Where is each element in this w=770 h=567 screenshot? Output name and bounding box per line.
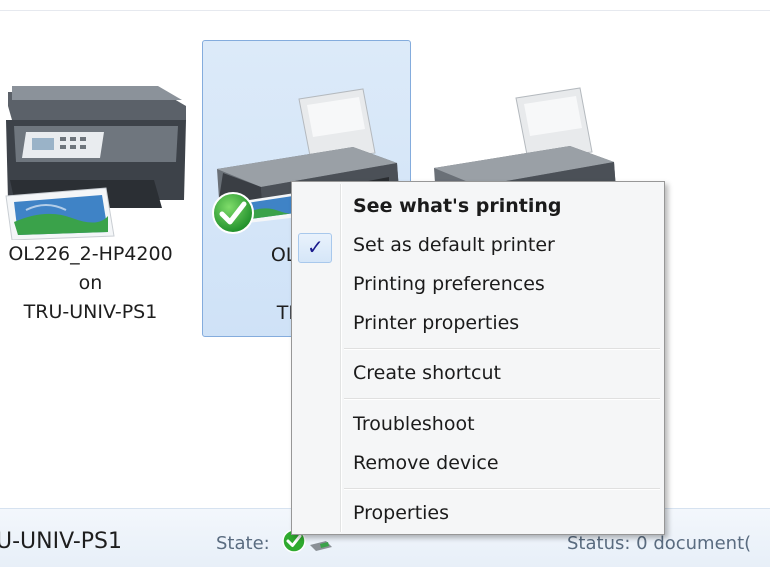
device-server: TRU-UNIV-PS1 — [23, 301, 158, 323]
checkmark-icon: ✓ — [307, 235, 324, 259]
menu-separator — [344, 348, 660, 350]
toolbar-divider — [0, 10, 770, 11]
menu-item-set-default-printer[interactable]: ✓ Set as default printer — [294, 228, 662, 266]
menu-item-label: Printer properties — [353, 312, 520, 334]
menu-item-label: Troubleshoot — [353, 413, 475, 435]
details-device-name: U-UNIV-PS1 — [0, 529, 123, 554]
menu-item-label: See what's printing — [353, 195, 562, 217]
menu-item-label: Remove device — [353, 452, 499, 474]
details-state-label: State: — [216, 533, 270, 554]
checkmark-box: ✓ — [298, 233, 332, 263]
menu-item-printer-properties[interactable]: Printer properties — [294, 306, 662, 344]
default-printer-check-icon — [212, 192, 254, 234]
multifunction-printer-icon — [5, 86, 186, 240]
menu-item-create-shortcut[interactable]: Create shortcut — [294, 356, 662, 394]
menu-item-label: Properties — [353, 502, 450, 524]
printer-context-menu: See what's printing ✓ Set as default pri… — [291, 181, 665, 535]
menu-item-properties[interactable]: Properties — [294, 496, 662, 534]
device-on-text: on — [78, 272, 103, 294]
menu-separator — [344, 488, 660, 490]
menu-item-troubleshoot[interactable]: Troubleshoot — [294, 407, 662, 445]
menu-item-see-whats-printing[interactable]: See what's printing — [294, 189, 662, 227]
menu-item-printing-preferences[interactable]: Printing preferences — [294, 267, 662, 305]
device-name: OL226_2-HP4200 — [8, 243, 173, 265]
menu-item-label: Create shortcut — [353, 362, 501, 384]
menu-separator — [344, 398, 660, 400]
device-label-mfp: OL226_2-HP4200 on TRU-UNIV-PS1 — [0, 240, 195, 327]
menu-item-label: Printing preferences — [353, 273, 545, 295]
menu-item-label: Set as default printer — [353, 234, 555, 256]
device-tile-mfp[interactable]: OL226_2-HP4200 on TRU-UNIV-PS1 — [0, 40, 195, 337]
devices-and-printers-window: OL226_2-HP4200 on TRU-UNIV-PS1 U-UNIV-PS… — [0, 0, 770, 567]
menu-item-remove-device[interactable]: Remove device — [294, 446, 662, 484]
details-status-label: Status: 0 document( — [567, 533, 752, 554]
